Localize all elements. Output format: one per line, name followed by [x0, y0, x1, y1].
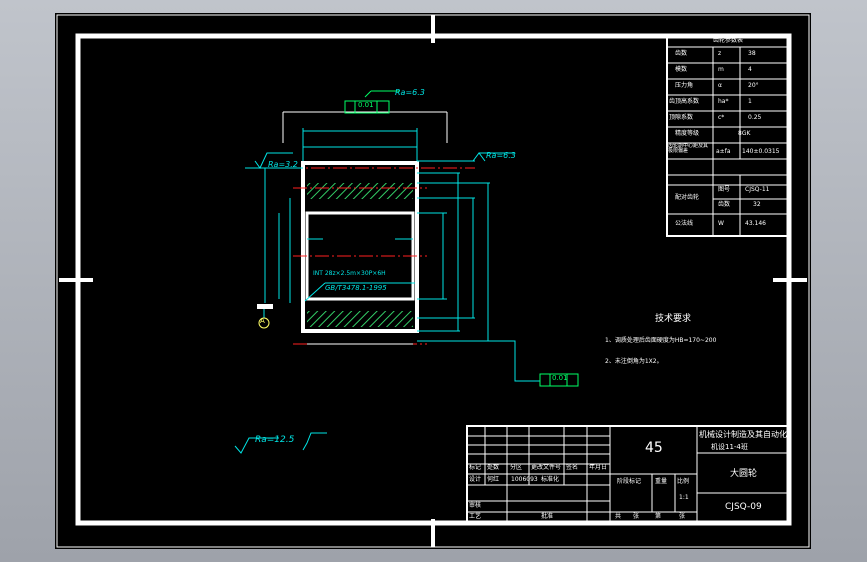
- param-value: 0.25: [748, 114, 762, 121]
- roughness-top: Ra=6.3: [395, 88, 425, 97]
- title-part-name: 大圆轮: [730, 469, 758, 479]
- roughness-default: Ra=12.5: [255, 435, 295, 445]
- tb-review: 审核: [469, 502, 482, 509]
- tolerance-top-value: 0.01: [358, 101, 374, 109]
- spline-note: INT 28z×2.5m×30P×6H: [313, 270, 386, 277]
- param-symbol: 图号: [718, 186, 731, 193]
- param-name: 公法线: [675, 220, 694, 227]
- title-company: 机械设计制造及其自动化: [699, 430, 787, 439]
- tb-date: 年月日: [589, 464, 608, 471]
- param-symbol: z: [718, 50, 722, 57]
- roughness-right: Ra=6.3: [486, 151, 516, 160]
- tb-weight: 重量: [655, 478, 668, 485]
- title-class: 机设11-4班: [711, 443, 748, 451]
- param-name: 配对齿轮: [675, 194, 700, 201]
- tech-req-title: 技术要求: [655, 314, 692, 324]
- tb-sheet-unit: 张: [633, 513, 640, 520]
- tb-scale-value: 1:1: [679, 494, 689, 501]
- tb-scale: 比例: [677, 478, 690, 485]
- param-symbol: 齿数: [718, 201, 731, 208]
- param-value: 4: [748, 66, 752, 73]
- tech-req-item-1: 1、调质处理后齿面硬度为HB=170~200: [605, 337, 717, 344]
- param-name: 顶隙系数: [669, 114, 694, 121]
- param-name: 齿数: [675, 50, 688, 57]
- tb-design: 设计: [469, 476, 482, 483]
- tech-req-item-2: 2、未注倒角为1X2。: [605, 358, 663, 365]
- param-symbol: c*: [718, 114, 725, 121]
- title-drawing-no: CJSQ-09: [725, 502, 762, 512]
- tb-doc: 更改文件号: [531, 464, 562, 471]
- param-name: 压力角: [675, 82, 694, 89]
- param-symbol: W: [718, 220, 724, 227]
- drawing-svg: [56, 14, 810, 548]
- drawing-canvas[interactable]: Ra=6.3 0.01 Ra=6.3 Ra=3.2 INT 28z×2.5m×3…: [55, 13, 811, 549]
- center-mark-right: [773, 278, 807, 282]
- param-value: 8GK: [738, 130, 751, 137]
- param-name: 精度等级: [675, 130, 700, 137]
- tb-sheet-unit-2: 张: [679, 513, 686, 520]
- tb-approve: 批准: [541, 513, 554, 520]
- param-name: 齿轮副中心距及其极限偏差: [668, 143, 709, 154]
- tb-count: 处数: [487, 464, 500, 471]
- center-mark-left: [59, 278, 93, 282]
- param-symbol: α: [718, 82, 722, 89]
- param-value: 32: [753, 201, 761, 208]
- param-symbol: m: [718, 66, 724, 73]
- param-symbol: ha*: [718, 98, 729, 105]
- title-material: 45: [645, 440, 663, 456]
- sheet-inner-frame: [75, 33, 792, 526]
- param-value: CJSQ-11: [745, 186, 770, 193]
- param-name: 模数: [675, 66, 688, 73]
- param-value: 1: [748, 98, 752, 105]
- tb-process: 工艺: [469, 513, 482, 520]
- param-name: 齿顶高系数: [669, 98, 700, 105]
- tb-of: 第: [655, 513, 662, 520]
- datum-letter: A: [260, 317, 265, 325]
- tb-stage: 阶段标记: [617, 478, 642, 485]
- roughness-left: Ra=3.2: [268, 160, 298, 169]
- tb-sheets: 共: [615, 513, 622, 520]
- tolerance-right-value: 0.01: [552, 374, 568, 382]
- param-value: 43.146: [745, 220, 766, 227]
- gear-section-view: [245, 90, 579, 387]
- tb-zone: 分区: [510, 464, 523, 471]
- tb-designer: 何红: [487, 476, 500, 483]
- tb-mark: 标记: [469, 464, 482, 471]
- tb-sign: 签名: [566, 464, 579, 471]
- tb-designer-id: 1006093: [511, 476, 538, 483]
- param-value: 140±0.0315: [742, 148, 780, 155]
- spline-standard: GB/T3478.1-1995: [325, 284, 387, 292]
- param-table-title: 齿轮参数表: [713, 37, 744, 44]
- center-mark-top-gap: [429, 43, 437, 53]
- param-value: 38: [748, 50, 756, 57]
- tb-stdize: 标准化: [541, 476, 560, 483]
- center-mark-bottom-gap: [429, 509, 437, 519]
- param-value: 20°: [748, 82, 759, 89]
- param-symbol: a±fa: [716, 148, 731, 155]
